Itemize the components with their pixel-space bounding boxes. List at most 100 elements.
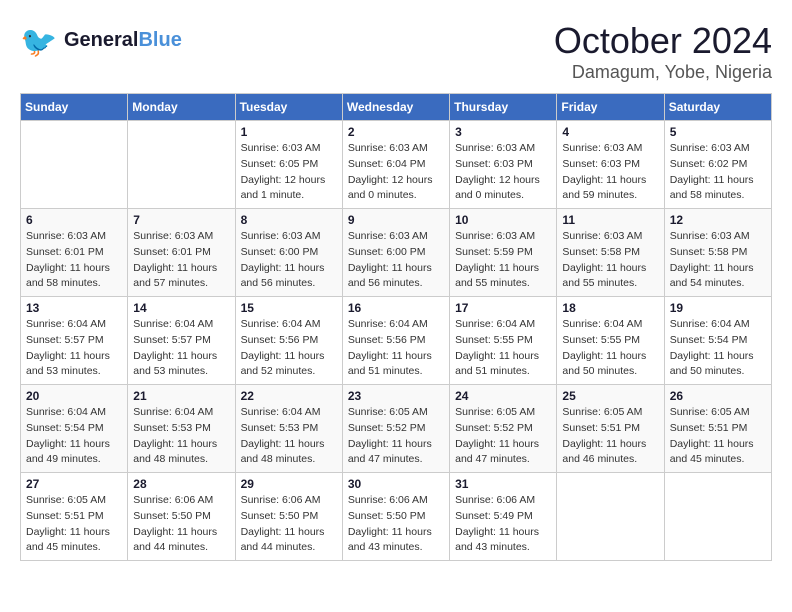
day-number: 7 [133,213,229,227]
calendar-cell [557,473,664,561]
logo-icon: 🐦 [20,20,60,60]
day-detail: Sunrise: 6:03 AMSunset: 6:00 PMDaylight:… [348,229,444,292]
col-header-saturday: Saturday [664,94,771,121]
location: Damagum, Yobe, Nigeria [554,62,772,83]
calendar-cell: 11 Sunrise: 6:03 AMSunset: 5:58 PMDayligh… [557,209,664,297]
col-header-wednesday: Wednesday [342,94,449,121]
day-detail: Sunrise: 6:05 AMSunset: 5:52 PMDaylight:… [348,405,444,468]
day-number: 12 [670,213,766,227]
calendar-cell: 19 Sunrise: 6:04 AMSunset: 5:54 PMDayligh… [664,297,771,385]
day-detail: Sunrise: 6:04 AMSunset: 5:57 PMDaylight:… [133,317,229,380]
calendar-cell: 28Sunrise: 6:06 AMSunset: 5:50 PMDayligh… [128,473,235,561]
calendar-cell: 30 Sunrise: 6:06 AMSunset: 5:50 PMDayligh… [342,473,449,561]
day-number: 13 [26,301,122,315]
calendar-cell: 27 Sunrise: 6:05 AMSunset: 5:51 PMDayligh… [21,473,128,561]
calendar-body: 1 Sunrise: 6:03 AMSunset: 6:05 PMDaylight… [21,121,772,561]
calendar-cell: 17 Sunrise: 6:04 AMSunset: 5:55 PMDayligh… [450,297,557,385]
day-detail: Sunrise: 6:03 AMSunset: 6:02 PMDaylight:… [670,141,766,204]
month-title: October 2024 [554,20,772,62]
day-detail: Sunrise: 6:05 AMSunset: 5:51 PMDaylight:… [670,405,766,468]
day-number: 24 [455,389,551,403]
day-detail: Sunrise: 6:05 AMSunset: 5:51 PMDaylight:… [26,493,122,556]
calendar-cell: 16Sunrise: 6:04 AMSunset: 5:56 PMDayligh… [342,297,449,385]
calendar-cell: 22Sunrise: 6:04 AMSunset: 5:53 PMDayligh… [235,385,342,473]
calendar-cell: 31Sunrise: 6:06 AMSunset: 5:49 PMDayligh… [450,473,557,561]
day-detail: Sunrise: 6:06 AMSunset: 5:50 PMDaylight:… [348,493,444,556]
day-number: 9 [348,213,444,227]
calendar-cell: 23 Sunrise: 6:05 AMSunset: 5:52 PMDayligh… [342,385,449,473]
day-detail: Sunrise: 6:03 AMSunset: 5:58 PMDaylight:… [562,229,658,292]
day-number: 23 [348,389,444,403]
day-detail: Sunrise: 6:04 AMSunset: 5:54 PMDaylight:… [670,317,766,380]
day-number: 6 [26,213,122,227]
day-detail: Sunrise: 6:03 AMSunset: 6:00 PMDaylight:… [241,229,337,292]
day-detail: Sunrise: 6:03 AMSunset: 5:58 PMDaylight:… [670,229,766,292]
day-number: 19 [670,301,766,315]
calendar-cell: 1 Sunrise: 6:03 AMSunset: 6:05 PMDaylight… [235,121,342,209]
calendar: SundayMondayTuesdayWednesdayThursdayFrid… [20,93,772,561]
calendar-cell: 29 Sunrise: 6:06 AMSunset: 5:50 PMDayligh… [235,473,342,561]
day-number: 27 [26,477,122,491]
week-row-1: 1 Sunrise: 6:03 AMSunset: 6:05 PMDaylight… [21,121,772,209]
calendar-cell: 10 Sunrise: 6:03 AMSunset: 5:59 PMDayligh… [450,209,557,297]
day-detail: Sunrise: 6:04 AMSunset: 5:56 PMDaylight:… [241,317,337,380]
day-detail: Sunrise: 6:04 AMSunset: 5:55 PMDaylight:… [562,317,658,380]
header-row: SundayMondayTuesdayWednesdayThursdayFrid… [21,94,772,121]
day-number: 16 [348,301,444,315]
day-detail: Sunrise: 6:04 AMSunset: 5:55 PMDaylight:… [455,317,551,380]
day-detail: Sunrise: 6:03 AMSunset: 6:03 PMDaylight:… [455,141,551,204]
day-detail: Sunrise: 6:03 AMSunset: 6:01 PMDaylight:… [133,229,229,292]
day-detail: Sunrise: 6:03 AMSunset: 6:01 PMDaylight:… [26,229,122,292]
logo-text: GeneralBlue [64,29,182,51]
calendar-cell: 12 Sunrise: 6:03 AMSunset: 5:58 PMDayligh… [664,209,771,297]
day-detail: Sunrise: 6:06 AMSunset: 5:50 PMDaylight:… [133,493,229,556]
calendar-cell: 20 Sunrise: 6:04 AMSunset: 5:54 PMDayligh… [21,385,128,473]
day-detail: Sunrise: 6:06 AMSunset: 5:49 PMDaylight:… [455,493,551,556]
calendar-cell: 21Sunrise: 6:04 AMSunset: 5:53 PMDayligh… [128,385,235,473]
calendar-cell [128,121,235,209]
day-detail: Sunrise: 6:05 AMSunset: 5:52 PMDaylight:… [455,405,551,468]
calendar-cell: 4 Sunrise: 6:03 AMSunset: 6:03 PMDaylight… [557,121,664,209]
calendar-cell: 26Sunrise: 6:05 AMSunset: 5:51 PMDayligh… [664,385,771,473]
calendar-cell: 7 Sunrise: 6:03 AMSunset: 6:01 PMDaylight… [128,209,235,297]
calendar-cell: 8 Sunrise: 6:03 AMSunset: 6:00 PMDaylight… [235,209,342,297]
day-number: 8 [241,213,337,227]
day-detail: Sunrise: 6:03 AMSunset: 6:03 PMDaylight:… [562,141,658,204]
col-header-tuesday: Tuesday [235,94,342,121]
day-detail: Sunrise: 6:04 AMSunset: 5:54 PMDaylight:… [26,405,122,468]
day-number: 1 [241,125,337,139]
day-detail: Sunrise: 6:04 AMSunset: 5:57 PMDaylight:… [26,317,122,380]
day-detail: Sunrise: 6:06 AMSunset: 5:50 PMDaylight:… [241,493,337,556]
week-row-4: 20 Sunrise: 6:04 AMSunset: 5:54 PMDayligh… [21,385,772,473]
calendar-cell: 3 Sunrise: 6:03 AMSunset: 6:03 PMDaylight… [450,121,557,209]
day-number: 10 [455,213,551,227]
calendar-cell: 18Sunrise: 6:04 AMSunset: 5:55 PMDayligh… [557,297,664,385]
week-row-3: 13 Sunrise: 6:04 AMSunset: 5:57 PMDayligh… [21,297,772,385]
col-header-friday: Friday [557,94,664,121]
calendar-cell: 15Sunrise: 6:04 AMSunset: 5:56 PMDayligh… [235,297,342,385]
calendar-cell: 6 Sunrise: 6:03 AMSunset: 6:01 PMDaylight… [21,209,128,297]
calendar-cell [664,473,771,561]
day-detail: Sunrise: 6:03 AMSunset: 6:05 PMDaylight:… [241,141,337,204]
day-number: 3 [455,125,551,139]
day-number: 21 [133,389,229,403]
day-number: 5 [670,125,766,139]
calendar-cell: 2Sunrise: 6:03 AMSunset: 6:04 PMDaylight… [342,121,449,209]
calendar-cell: 14 Sunrise: 6:04 AMSunset: 5:57 PMDayligh… [128,297,235,385]
calendar-header: SundayMondayTuesdayWednesdayThursdayFrid… [21,94,772,121]
day-detail: Sunrise: 6:03 AMSunset: 5:59 PMDaylight:… [455,229,551,292]
day-number: 11 [562,213,658,227]
day-detail: Sunrise: 6:04 AMSunset: 5:53 PMDaylight:… [241,405,337,468]
day-number: 14 [133,301,229,315]
week-row-2: 6 Sunrise: 6:03 AMSunset: 6:01 PMDaylight… [21,209,772,297]
day-number: 4 [562,125,658,139]
page-header: 🐦 GeneralBlue October 2024 Damagum, Yobe… [20,20,772,83]
day-number: 20 [26,389,122,403]
day-number: 17 [455,301,551,315]
day-number: 29 [241,477,337,491]
day-number: 30 [348,477,444,491]
calendar-cell [21,121,128,209]
logo: 🐦 GeneralBlue [20,20,182,60]
calendar-cell: 5 Sunrise: 6:03 AMSunset: 6:02 PMDaylight… [664,121,771,209]
title-block: October 2024 Damagum, Yobe, Nigeria [554,20,772,83]
